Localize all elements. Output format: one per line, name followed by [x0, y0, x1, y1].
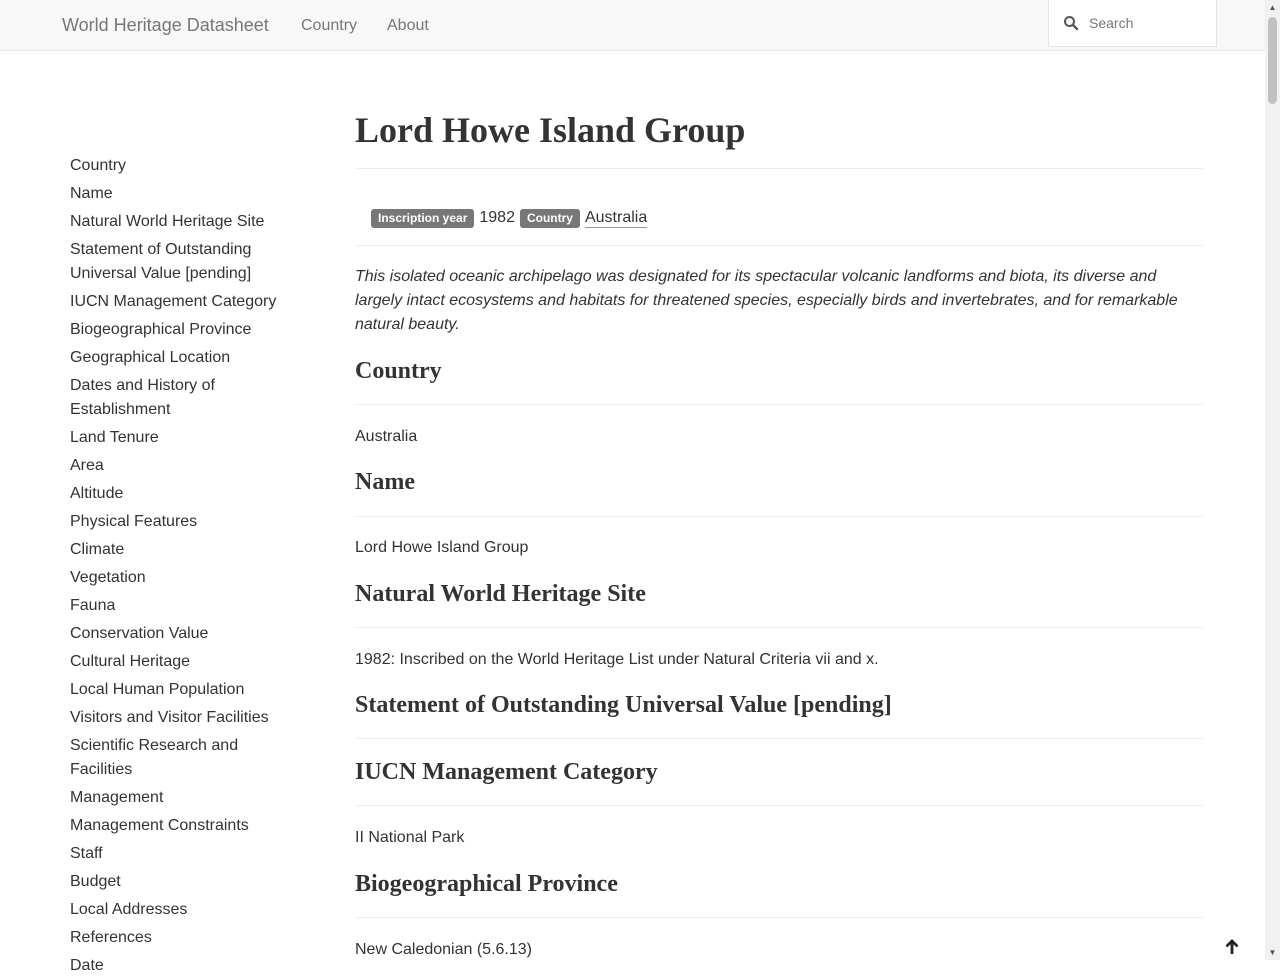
section-heading-natural-world-heritage-site: Natural World Heritage Site	[355, 581, 646, 607]
section-heading-iucn-category: IUCN Management Category	[355, 759, 658, 785]
scroll-thumb[interactable]	[1268, 17, 1277, 104]
scroll-up-arrow-icon[interactable]: ▲	[1265, 0, 1280, 15]
section-body-country: Australia	[355, 428, 418, 445]
section-body-iucn-category: II National Park	[355, 829, 465, 846]
toc-item-land-tenure[interactable]: Land Tenure	[70, 424, 300, 452]
section-divider	[355, 516, 1203, 517]
section-body-natural-world-heritage-site: 1982: Inscribed on the World Heritage Li…	[355, 651, 879, 668]
toc-item-iucn-category[interactable]: IUCN Management Category	[70, 288, 300, 316]
toc-item-local-human-population[interactable]: Local Human Population	[70, 676, 300, 704]
search-input[interactable]	[1089, 12, 1209, 34]
arrow-up-icon[interactable]	[1224, 938, 1240, 956]
toc-item-dates-history[interactable]: Dates and History of Establishment	[70, 372, 300, 424]
toc-item-management[interactable]: Management	[70, 784, 300, 812]
meta-row: Inscription year 1982 Country Australia	[371, 206, 648, 230]
page-scrollbar[interactable]: ▲ ▼	[1265, 0, 1280, 960]
inscription-year-badge: Inscription year	[371, 208, 475, 228]
section-heading-country: Country	[355, 358, 442, 384]
toc-item-altitude[interactable]: Altitude	[70, 480, 300, 508]
section-body-biogeographical-province: New Caledonian (5.6.13)	[355, 941, 532, 958]
toc-item-fauna[interactable]: Fauna	[70, 592, 300, 620]
section-body-name: Lord Howe Island Group	[355, 539, 529, 556]
nav-link-country[interactable]: Country	[301, 16, 357, 36]
toc-item-geographical-location[interactable]: Geographical Location	[70, 344, 300, 372]
meta-divider	[355, 245, 1203, 246]
scroll-down-arrow-icon[interactable]: ▼	[1265, 945, 1280, 960]
toc-item-local-addresses[interactable]: Local Addresses	[70, 896, 300, 924]
toc-item-name[interactable]: Name	[70, 180, 300, 208]
toc-item-country[interactable]: Country	[70, 152, 300, 180]
nav-link-about[interactable]: About	[387, 16, 429, 36]
toc-item-conservation-value[interactable]: Conservation Value	[70, 620, 300, 648]
country-link[interactable]: Australia	[584, 209, 648, 228]
section-divider	[355, 627, 1203, 628]
toc-item-climate[interactable]: Climate	[70, 536, 300, 564]
top-navbar: World Heritage Datasheet Country About	[0, 0, 1265, 51]
section-divider	[355, 404, 1203, 405]
page-title: Lord Howe Island Group	[355, 110, 746, 150]
table-of-contents: Country Name Natural World Heritage Site…	[70, 152, 300, 980]
section-divider	[355, 917, 1203, 918]
search-box	[1048, 0, 1217, 47]
toc-item-statement-ouv[interactable]: Statement of Outstanding Universal Value…	[70, 236, 300, 288]
title-divider	[355, 168, 1203, 169]
section-heading-biogeographical-province: Biogeographical Province	[355, 871, 618, 897]
search-icon	[1064, 16, 1079, 31]
toc-item-visitors[interactable]: Visitors and Visitor Facilities	[70, 704, 300, 732]
inscription-year-value: 1982	[479, 209, 515, 226]
toc-item-management-constraints[interactable]: Management Constraints	[70, 812, 300, 840]
toc-item-physical-features[interactable]: Physical Features	[70, 508, 300, 536]
toc-item-references[interactable]: References	[70, 924, 300, 952]
toc-item-area[interactable]: Area	[70, 452, 300, 480]
section-heading-name: Name	[355, 469, 415, 495]
toc-item-scientific-research[interactable]: Scientific Research and Facilities	[70, 732, 300, 784]
toc-item-vegetation[interactable]: Vegetation	[70, 564, 300, 592]
site-summary: This isolated oceanic archipelago was de…	[355, 268, 1178, 333]
section-divider	[355, 738, 1203, 739]
toc-item-biogeographical-province[interactable]: Biogeographical Province	[70, 316, 300, 344]
toc-item-cultural-heritage[interactable]: Cultural Heritage	[70, 648, 300, 676]
section-divider	[355, 805, 1203, 806]
toc-item-budget[interactable]: Budget	[70, 868, 300, 896]
country-badge: Country	[519, 208, 580, 228]
toc-item-natural-world-heritage-site[interactable]: Natural World Heritage Site	[70, 208, 300, 236]
section-heading-statement-ouv: Statement of Outstanding Universal Value…	[355, 692, 892, 718]
toc-item-date[interactable]: Date	[70, 952, 300, 980]
brand-link[interactable]: World Heritage Datasheet	[62, 15, 269, 35]
toc-item-staff[interactable]: Staff	[70, 840, 300, 868]
